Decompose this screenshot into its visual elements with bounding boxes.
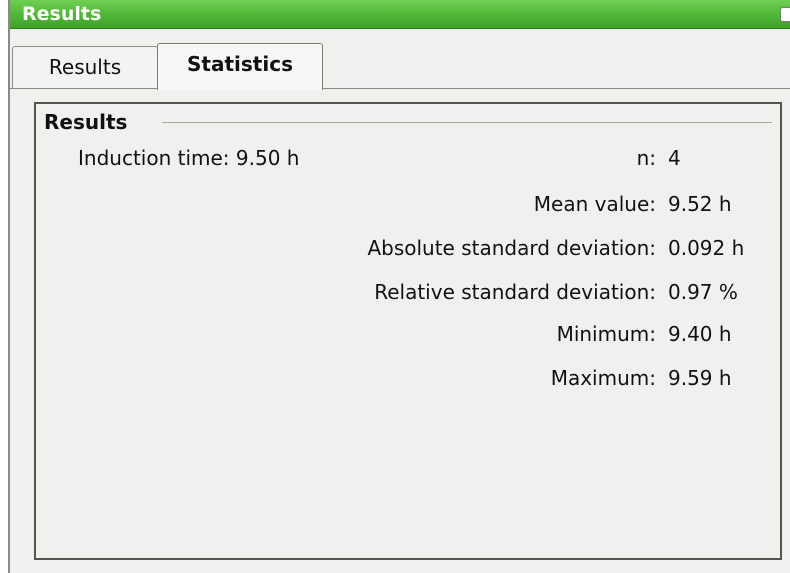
relative-std-dev-label: Relative standard deviation: — [374, 280, 656, 304]
induction-time-row: Induction time: 9.50 h — [78, 146, 299, 170]
n-label: n: — [636, 146, 656, 170]
induction-time-value: 9.50 h — [235, 146, 300, 170]
maximum-value: 9.59 h — [668, 366, 732, 390]
maximum-label: Maximum: — [550, 366, 656, 390]
maximize-button[interactable] — [780, 7, 790, 22]
group-title: Results — [44, 110, 134, 134]
absolute-std-dev-label: Absolute standard deviation: — [367, 236, 656, 260]
title-bar[interactable]: Results — [10, 0, 790, 29]
results-window: Results Results Statistics Results Induc… — [8, 0, 790, 573]
induction-time-label: Induction time: — [78, 146, 230, 170]
relative-std-dev-value: 0.97 % — [668, 280, 738, 304]
window-title: Results — [22, 3, 102, 25]
tab-divider — [10, 88, 790, 89]
tab-statistics[interactable]: Statistics — [157, 43, 323, 90]
tab-strip: Results Statistics — [10, 29, 790, 90]
mean-value-label: Mean value: — [533, 192, 656, 216]
n-value: 4 — [668, 146, 681, 170]
group-divider — [162, 122, 772, 123]
minimum-label: Minimum: — [556, 322, 656, 346]
results-group-box: Results Induction time: 9.50 h n: 4 Mean… — [34, 102, 782, 560]
absolute-std-dev-value: 0.092 h — [668, 236, 745, 260]
tab-results[interactable]: Results — [12, 46, 158, 89]
minimum-value: 9.40 h — [668, 322, 732, 346]
mean-value-value: 9.52 h — [668, 192, 732, 216]
